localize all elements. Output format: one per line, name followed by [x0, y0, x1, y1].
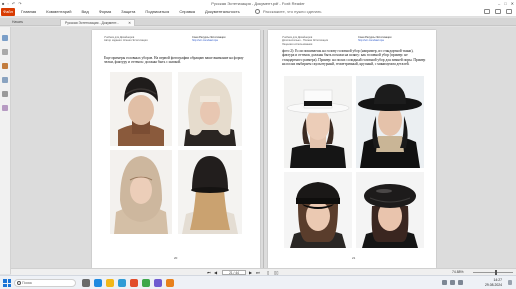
- search-icon[interactable]: [484, 9, 490, 14]
- clock-date: 29.08.2024: [485, 282, 502, 287]
- windows-taskbar: Поиск 14:27 29.08.2024: [0, 275, 516, 289]
- header-line: Лицензия использования: [282, 42, 313, 46]
- app-icon[interactable]: [166, 279, 174, 287]
- window-controls: – □ ✕: [498, 1, 514, 6]
- signatures-icon[interactable]: [2, 105, 8, 111]
- store-icon[interactable]: [154, 279, 162, 287]
- collapse-ribbon-icon[interactable]: [506, 9, 512, 14]
- page-header-right: Союз Ресурсы Эстетизации http://эст.com/…: [192, 36, 225, 43]
- page-body-text: фото 2): Если пошиваешь на голову головн…: [282, 49, 426, 66]
- taskbar-search-placeholder: Поиск: [22, 281, 32, 285]
- network-icon[interactable]: [450, 280, 455, 285]
- pdf-page-left: Учебник для Дизайнеров Автор издания: Кс…: [92, 30, 260, 268]
- minimize-button[interactable]: –: [498, 1, 500, 6]
- tell-me-search[interactable]: Расскажите, что нужно сделать: [255, 9, 321, 14]
- notifications-icon[interactable]: [508, 280, 512, 285]
- close-button[interactable]: ✕: [511, 1, 514, 6]
- menu-home[interactable]: Главная: [21, 9, 36, 14]
- system-clock[interactable]: 14:27 29.08.2024: [485, 278, 502, 287]
- menu-protect[interactable]: Защита: [121, 9, 135, 14]
- layers-icon[interactable]: [2, 63, 8, 69]
- bookmarks-icon[interactable]: [2, 35, 8, 41]
- pages-icon[interactable]: [2, 49, 8, 55]
- file-explorer-icon[interactable]: [106, 279, 114, 287]
- photo-white-boater: [284, 76, 352, 168]
- menu-comment[interactable]: Комментарий: [46, 9, 71, 14]
- window-title: Русская Эстетизация - Документ.pdf - Fox…: [211, 1, 305, 6]
- menu-docs[interactable]: Документальность: [205, 9, 240, 14]
- title-bar: ■ ▫ ↶ ↷ Русская Эстетизация - Документ.p…: [0, 0, 516, 7]
- task-view-icon[interactable]: [82, 279, 90, 287]
- photo-fur-trapper: [178, 72, 242, 146]
- photo-leather-beret: [356, 172, 424, 248]
- document-viewport[interactable]: Учебник для Дизайнеров Автор издания: Кс…: [11, 27, 516, 268]
- tab-document[interactable]: Русская Эстетизация - Документ... ✕: [60, 19, 135, 26]
- photo-black-cap: [284, 172, 352, 248]
- zoom-slider-track[interactable]: [473, 272, 513, 273]
- page-number: 21: [352, 256, 356, 260]
- chrome-icon[interactable]: [142, 279, 150, 287]
- header-link[interactable]: http://эст.com/вектора: [358, 39, 391, 42]
- mail-icon[interactable]: [118, 279, 126, 287]
- pdf-page-right: Учебник для Дизайнеров Дополнительно - П…: [268, 30, 436, 268]
- settings-icon[interactable]: [495, 9, 501, 14]
- windows-start-icon[interactable]: [3, 279, 11, 287]
- page-navigation-bar: ⏮ ◀ 21 / 44 ▶ ⏭ ▯ ▯▯ 74.88%: [11, 268, 516, 275]
- menu-view[interactable]: Вид: [81, 9, 88, 14]
- menu-help[interactable]: Справка: [179, 9, 195, 14]
- attachments-icon[interactable]: [2, 91, 8, 97]
- taskbar-search[interactable]: Поиск: [14, 279, 76, 287]
- header-line: Автор издания: Ксения Эстетизация: [104, 39, 148, 43]
- lightbulb-icon: [255, 9, 260, 14]
- close-tab-icon[interactable]: ✕: [128, 20, 131, 27]
- header-link[interactable]: http://эст.com/вектора: [192, 39, 225, 42]
- ribbon-menu: Файл Главная Комментарий Вид Форма Защит…: [0, 7, 516, 17]
- navigation-sidebar: [0, 27, 11, 274]
- document-tabs: Начать Русская Эстетизация - Документ...…: [0, 18, 516, 26]
- page-header-left: Учебник для Дизайнеров Дополнительно - П…: [282, 36, 328, 46]
- page-header-right: Союз Ресурсы Эстетизации http://эст.com/…: [358, 36, 391, 43]
- chevron-up-icon[interactable]: [442, 280, 447, 285]
- tab-start[interactable]: Начать: [8, 19, 27, 26]
- page-header-left: Учебник для Дизайнеров Автор издания: Кс…: [104, 36, 148, 43]
- maximize-button[interactable]: □: [504, 1, 506, 6]
- photo-black-hat-back: [178, 150, 242, 234]
- file-menu-button[interactable]: Файл: [1, 7, 15, 16]
- page-number: 20: [174, 256, 178, 260]
- page-gutter: [263, 30, 264, 268]
- menu-form[interactable]: Форма: [99, 9, 111, 14]
- page-body-text: Еще примеры головных уборов. На первой ф…: [104, 56, 244, 65]
- search-icon: [17, 281, 21, 285]
- edge-icon[interactable]: [94, 279, 102, 287]
- comments-icon[interactable]: [2, 77, 8, 83]
- foxit-reader-icon[interactable]: [130, 279, 138, 287]
- ribbon-right-tools: [484, 9, 512, 14]
- photo-black-wide-hat: [356, 76, 424, 168]
- photo-headscarf: [110, 150, 172, 234]
- tab-document-label: Русская Эстетизация - Документ...: [65, 21, 120, 25]
- menu-sign[interactable]: Подписаться: [145, 9, 169, 14]
- photo-turban: [110, 72, 172, 146]
- volume-icon[interactable]: [458, 280, 463, 285]
- tell-me-text: Расскажите, что нужно сделать: [263, 9, 322, 14]
